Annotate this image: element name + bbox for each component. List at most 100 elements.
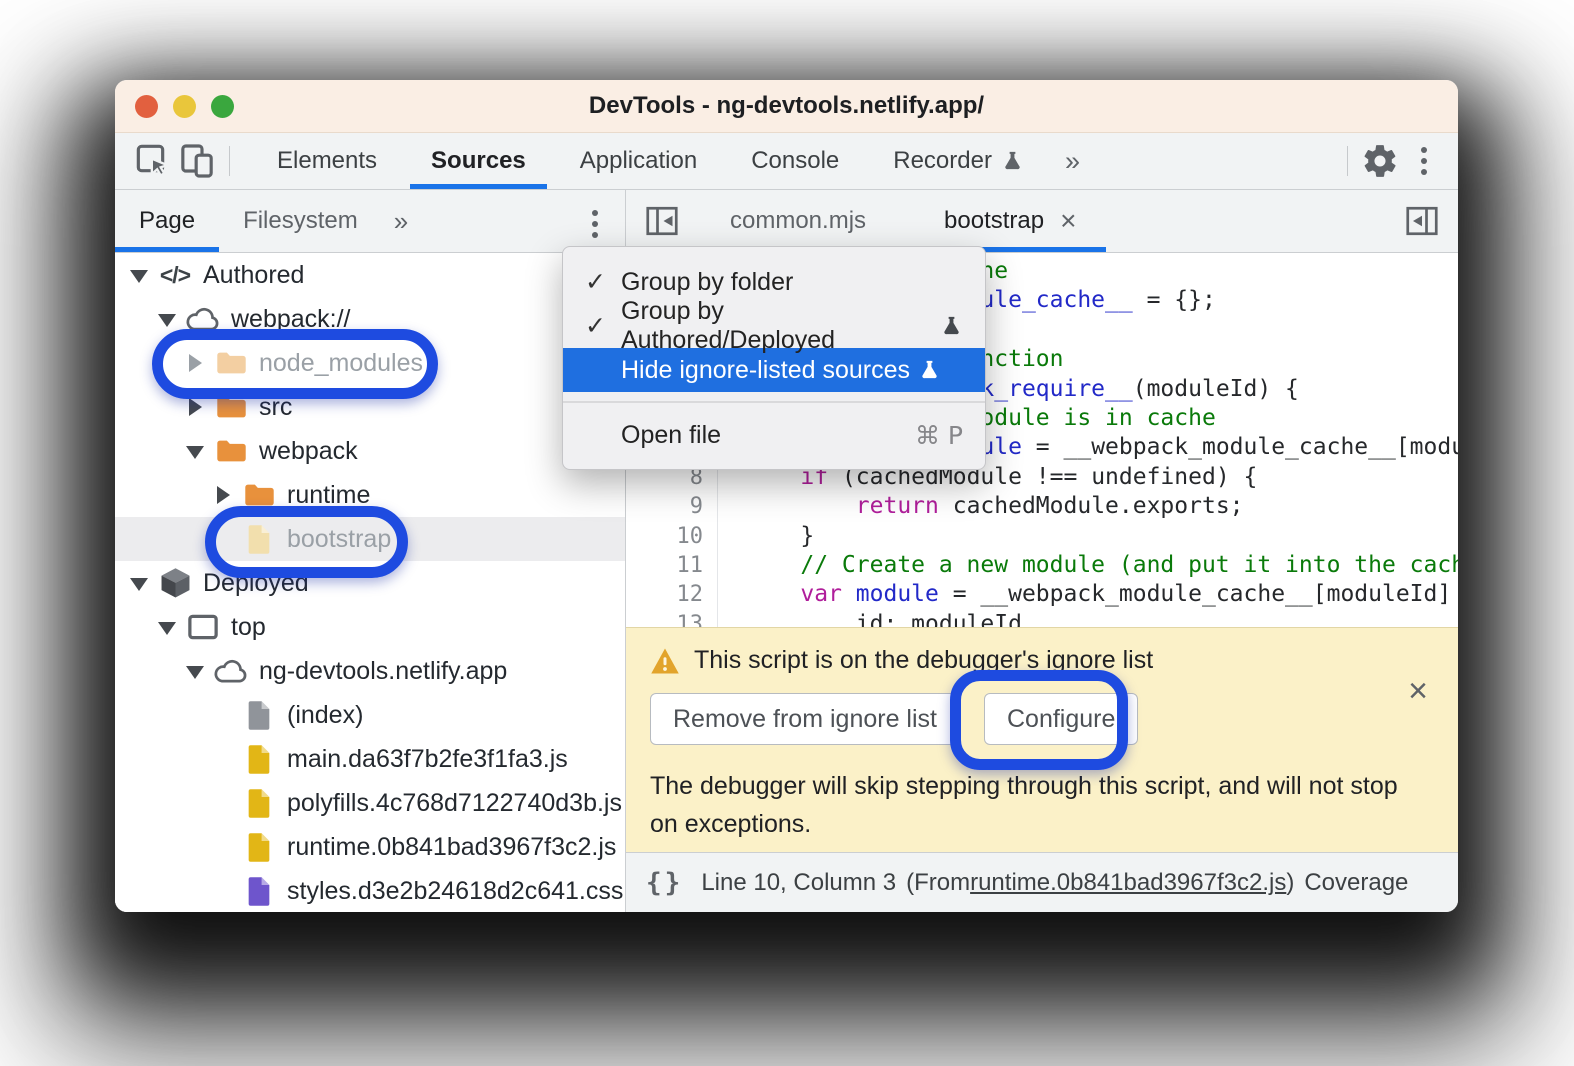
- sidebar-tabs: PageFilesystem: [115, 190, 382, 252]
- editor-tab-label: bootstrap: [944, 207, 1044, 235]
- tree-item-webpack[interactable]: webpack: [115, 429, 625, 473]
- menu-item-open-file[interactable]: Open file⌘ P: [563, 413, 985, 457]
- tree-item-authored[interactable]: </>Authored: [115, 253, 625, 297]
- device-toolbar-button[interactable]: [175, 139, 219, 183]
- menu-item-label: Hide ignore-listed sources: [621, 356, 910, 385]
- cloud-icon: [184, 306, 222, 333]
- editor-tab-bootstrap[interactable]: bootstrap ×: [914, 190, 1106, 252]
- menu-separator: [563, 401, 985, 403]
- sidebar-tab-page[interactable]: Page: [115, 190, 219, 252]
- tree-item-webpack[interactable]: webpack://: [115, 297, 625, 341]
- frame-icon: [188, 614, 218, 640]
- more-panels-button[interactable]: »: [1051, 146, 1094, 177]
- menu-item-group-by-authored-deployed[interactable]: ✓Group by Authored/Deployed: [563, 304, 985, 348]
- tab-elements[interactable]: Elements: [250, 133, 404, 189]
- tree-item-styles-d3e2b24618d2c641-css[interactable]: styles.d3e2b24618d2c641.css: [115, 869, 625, 912]
- mapped-from-prefix: (From: [906, 869, 970, 897]
- line-number: 9: [626, 492, 717, 521]
- titlebar: DevTools - ng-devtools.netlify.app/: [115, 80, 1458, 133]
- close-banner-button[interactable]: ×: [1408, 674, 1428, 708]
- cursor-position: Line 10, Column 3: [701, 869, 896, 897]
- tree-item-top[interactable]: top: [115, 605, 625, 649]
- chevron-collapsed-icon[interactable]: [185, 353, 205, 373]
- tab-application[interactable]: Application: [553, 133, 724, 189]
- code-line: // Create a new module (and put it into …: [745, 551, 1458, 580]
- folder-faded-icon: [212, 350, 250, 376]
- tree-item-label: src: [259, 393, 292, 422]
- twisty-spacer: [213, 793, 233, 813]
- banner-title: This script is on the debugger's ignore …: [694, 646, 1153, 675]
- window-controls: [135, 80, 234, 132]
- coverage-status: Coverage: [1304, 869, 1408, 897]
- tree-item-label: node_modules: [259, 349, 423, 378]
- chevron-expanded-icon[interactable]: [185, 441, 205, 461]
- tree-item-main-da63f7b2fe3f1fa3-js[interactable]: main.da63f7b2fe3f1fa3.js: [115, 737, 625, 781]
- ignore-list-banner: This script is on the debugger's ignore …: [626, 627, 1458, 852]
- chevron-collapsed-icon[interactable]: [185, 397, 205, 417]
- tab-recorder[interactable]: Recorder: [866, 133, 1051, 189]
- toolbar-divider: [229, 146, 230, 176]
- code-icon: </>: [160, 262, 190, 289]
- hide-navigator-button[interactable]: [640, 199, 684, 243]
- twisty-spacer: [213, 837, 233, 857]
- tree-item-src[interactable]: src: [115, 385, 625, 429]
- chevron-expanded-icon[interactable]: [185, 661, 205, 681]
- tree-item-index[interactable]: (index): [115, 693, 625, 737]
- tree-item-bootstrap[interactable]: bootstrap: [115, 517, 625, 561]
- file-yellow-icon: [240, 788, 278, 819]
- show-debugger-sidebar-button[interactable]: [1400, 199, 1444, 243]
- inspect-cursor-icon: [133, 141, 173, 181]
- close-tab-icon[interactable]: ×: [1060, 207, 1076, 235]
- chevron-expanded-icon[interactable]: [129, 573, 149, 593]
- device-toolbar-icon: [177, 141, 217, 181]
- panel-tab-label: Sources: [431, 147, 526, 175]
- code-icon: </>: [156, 262, 194, 289]
- settings-button[interactable]: [1358, 139, 1402, 183]
- minimize-window-button[interactable]: [173, 95, 196, 118]
- navigator-tabs: PageFilesystem »: [115, 190, 625, 253]
- tree-item-runtime[interactable]: runtime: [115, 473, 625, 517]
- tree-item-polyfills-4c768d7122740d3b-js[interactable]: polyfills.4c768d7122740d3b.js: [115, 781, 625, 825]
- chevron-expanded-icon[interactable]: [157, 309, 177, 329]
- tree-item-label: top: [231, 613, 266, 642]
- folder-icon: [240, 482, 278, 508]
- warning-icon: [650, 647, 680, 675]
- chevron-expanded-icon[interactable]: [129, 265, 149, 285]
- inspect-element-button[interactable]: [131, 139, 175, 183]
- code-line: var module = __webpack_module_cache__[mo…: [745, 580, 1458, 609]
- menu-shortcut: ⌘ P: [915, 421, 963, 450]
- tree-item-deployed[interactable]: Deployed: [115, 561, 625, 605]
- more-navigator-tabs-button[interactable]: »: [382, 206, 420, 237]
- tree-item-node-modules[interactable]: node_modules: [115, 341, 625, 385]
- editor-tab-common-mjs[interactable]: common.mjs: [700, 190, 896, 252]
- cloud-icon: [185, 306, 221, 333]
- tree-item-label: ng-devtools.netlify.app: [259, 657, 507, 686]
- close-window-button[interactable]: [135, 95, 158, 118]
- sidebar-tab-filesystem[interactable]: Filesystem: [219, 190, 382, 252]
- tree-item-label: webpack://: [231, 305, 351, 334]
- tree-item-label: styles.d3e2b24618d2c641.css: [287, 877, 623, 906]
- remove-from-ignore-list-button[interactable]: Remove from ignore list: [650, 693, 960, 745]
- navigator-menu-button[interactable]: [573, 202, 617, 246]
- tree-item-ng-devtools-netlify-app[interactable]: ng-devtools.netlify.app: [115, 649, 625, 693]
- frame-icon: [184, 614, 222, 640]
- chevron-expanded-icon[interactable]: [157, 617, 177, 637]
- chevron-collapsed-icon[interactable]: [213, 485, 233, 505]
- folder-icon: [212, 438, 250, 464]
- zoom-window-button[interactable]: [211, 95, 234, 118]
- menu-item-label: Group by folder: [621, 268, 793, 297]
- editor-statusbar: {} Line 10, Column 3 (From runtime.0b841…: [626, 852, 1458, 912]
- gear-icon: [1361, 142, 1399, 180]
- mapped-from-link[interactable]: runtime.0b841bad3967f3c2.js: [970, 869, 1286, 897]
- tab-console[interactable]: Console: [724, 133, 866, 189]
- devtools-menu-button[interactable]: [1402, 139, 1446, 183]
- tree-item-runtime-0b841bad3967f3c2-js[interactable]: runtime.0b841bad3967f3c2.js: [115, 825, 625, 869]
- twisty-spacer: [213, 529, 233, 549]
- tab-sources[interactable]: Sources: [404, 133, 553, 189]
- line-number: 12: [626, 580, 717, 609]
- line-number: 11: [626, 551, 717, 580]
- configure-button[interactable]: Configure: [984, 693, 1138, 745]
- pretty-print-icon[interactable]: {}: [646, 868, 683, 898]
- twisty-spacer: [213, 881, 233, 901]
- cube-icon: [156, 567, 194, 600]
